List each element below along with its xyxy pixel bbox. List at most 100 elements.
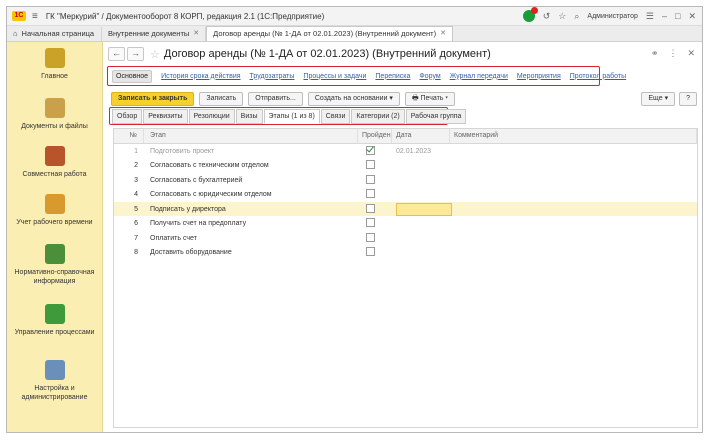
form-tab[interactable]: Этапы (1 из 8) <box>263 108 320 124</box>
notifications-icon[interactable] <box>522 7 538 22</box>
panel-link[interactable]: Журнал передачи <box>450 73 508 80</box>
panel-link[interactable]: Переписка <box>375 73 410 80</box>
form-tab[interactable]: Категории (2) <box>351 108 405 124</box>
form-tab[interactable]: Рабочая группа <box>405 108 467 124</box>
sidebar-item-label: Учет рабочего времени <box>16 219 93 226</box>
done-cell <box>358 218 392 229</box>
column-header-comment[interactable]: Комментарий <box>450 129 697 143</box>
app-window: 1С ≡ ГК "Меркурий" / Документооборот 8 К… <box>6 6 703 433</box>
more-vert-icon[interactable]: ⋮ <box>668 48 677 59</box>
table-row[interactable]: 5 Подписать у директора <box>114 202 697 216</box>
column-header-date[interactable]: Дата <box>392 129 450 143</box>
form-tab[interactable]: Связи <box>320 108 351 124</box>
done-checkbox[interactable] <box>366 203 375 213</box>
minimize-icon[interactable]: – <box>662 11 667 21</box>
sidebar-item[interactable]: Нормативно-справочная информация <box>7 244 102 286</box>
done-checkbox[interactable] <box>366 247 375 256</box>
date-value: 02.01.2023 <box>396 147 432 155</box>
table-row[interactable]: 3 Согласовать с бухгалтерией <box>114 173 697 187</box>
favorites-icon[interactable]: ☆ <box>558 11 566 22</box>
panel-link[interactable]: Протокол работы <box>570 73 626 80</box>
button-label: Печать <box>420 95 444 102</box>
send-button[interactable]: Отправить... <box>248 92 303 106</box>
panel-link[interactable]: Форум <box>419 73 440 80</box>
table-row[interactable]: 2 Согласовать с техническим отделом <box>114 159 697 173</box>
sidebar-item-label: Документы и файлы <box>21 123 88 130</box>
sidebar-item[interactable]: Настройка и администрирование <box>7 360 102 402</box>
tab-lease-contract[interactable]: Договор аренды (№ 1-ДА от 02.01.2023) (В… <box>206 26 453 41</box>
table-row[interactable]: 7 Оплатить счет <box>114 231 697 245</box>
sidebar-item-label: Главное <box>41 73 68 80</box>
row-number: 5 <box>134 205 138 213</box>
tab-label: Договор аренды (№ 1-ДА от 02.01.2023) (В… <box>213 29 437 38</box>
create-based-on-button[interactable]: Создать на основании ▾ <box>307 92 400 106</box>
close-icon[interactable]: ✕ <box>688 11 696 22</box>
row-number: 4 <box>134 191 138 198</box>
settings-icon[interactable]: ☰ <box>646 11 654 22</box>
done-checkbox[interactable] <box>366 232 375 242</box>
menu-icon[interactable]: ≡ <box>32 11 38 22</box>
sidebar-item-label: Настройка и администрирование <box>21 385 88 401</box>
panel-link[interactable]: Процессы и задачи <box>303 73 366 80</box>
column-header-stage[interactable]: Этап <box>144 129 358 143</box>
user-name[interactable]: Администратор <box>587 13 638 20</box>
stage-name: Согласовать с юридическим отделом <box>150 191 272 198</box>
back-button[interactable]: ← <box>108 47 125 61</box>
search-icon[interactable]: ⌕ <box>574 11 579 22</box>
table-row[interactable]: 6 Получить счет на предоплату <box>114 217 697 231</box>
tab-home[interactable]: ⌂ Начальная страница <box>7 27 102 41</box>
maximize-icon[interactable]: □ <box>675 11 680 21</box>
save-and-close-button[interactable]: Записать и закрыть <box>111 92 195 106</box>
home-icon <box>44 48 65 68</box>
button-label: Создать на основании <box>314 95 388 102</box>
favorite-star-icon[interactable]: ☆ <box>150 48 160 61</box>
tab-internal-documents[interactable]: Внутренние документы ✕ <box>102 27 207 41</box>
done-checkbox[interactable] <box>366 189 375 198</box>
sidebar-item[interactable]: Главное <box>7 48 102 81</box>
close-form-icon[interactable]: ✕ <box>687 48 695 59</box>
panel-link[interactable]: Мероприятия <box>517 73 561 80</box>
done-checkbox[interactable] <box>366 218 375 227</box>
panel-link[interactable]: Основное <box>112 69 153 83</box>
history-icon[interactable]: ↺ <box>543 11 551 22</box>
sidebar-item[interactable]: Документы и файлы <box>7 98 102 131</box>
done-cell <box>358 174 392 186</box>
save-button[interactable]: Записать <box>199 92 244 106</box>
form-tab[interactable]: Визы <box>235 108 263 124</box>
sidebar-item[interactable]: Учет рабочего времени <box>7 194 102 227</box>
help-button[interactable]: ? <box>679 92 697 106</box>
row-number: 7 <box>134 234 138 242</box>
done-cell <box>358 160 392 171</box>
sidebar-item[interactable]: Управление процессами <box>7 304 102 337</box>
stage-name: Получить счет на предоплату <box>150 220 247 227</box>
form-tab[interactable]: Реквизиты <box>143 108 188 124</box>
more-button[interactable]: Еще ▾ <box>641 92 676 106</box>
form-tab[interactable]: Обзор <box>112 108 143 124</box>
done-checkbox[interactable] <box>366 174 375 184</box>
sidebar-item-label: Совместная работа <box>22 171 87 178</box>
tab-close-icon[interactable]: ✕ <box>440 27 446 41</box>
stage-name: Согласовать с техническим отделом <box>150 162 269 169</box>
document-form: ← → ☆ Договор аренды (№ 1-ДА от 02.01.20… <box>104 42 701 432</box>
done-checkbox[interactable] <box>366 145 375 155</box>
forward-button[interactable]: → <box>127 47 144 61</box>
people-icon <box>44 146 65 166</box>
form-tab[interactable]: Резолюции <box>188 108 235 124</box>
tab-close-icon[interactable]: ✕ <box>193 27 199 41</box>
column-header-done[interactable]: Пройден <box>358 129 392 143</box>
table-row[interactable]: 4 Согласовать с юридическим отделом <box>114 188 697 202</box>
table-row[interactable]: 1 Подготовить проект 02.01.2023 <box>114 144 697 158</box>
panel-link[interactable]: Трудозатраты <box>250 73 295 80</box>
document-header: ← → ☆ Договор аренды (№ 1-ДА от 02.01.20… <box>104 46 701 62</box>
open-tabs-bar: ⌂ Начальная страница Внутренние документ… <box>7 26 702 42</box>
done-checkbox[interactable] <box>366 160 375 169</box>
row-number: 8 <box>134 249 138 256</box>
panel-link[interactable]: История срока действия <box>161 73 240 80</box>
date-input[interactable] <box>396 202 452 216</box>
print-button[interactable]: 🖶 Печать ▾ <box>404 92 455 106</box>
link-icon[interactable]: ⚭ <box>651 48 659 59</box>
table-row[interactable]: 8 Доставить оборудование <box>114 246 697 260</box>
sidebar-item[interactable]: Совместная работа <box>7 146 102 179</box>
column-header-num[interactable]: № <box>114 129 144 143</box>
button-label: Еще <box>648 95 663 102</box>
